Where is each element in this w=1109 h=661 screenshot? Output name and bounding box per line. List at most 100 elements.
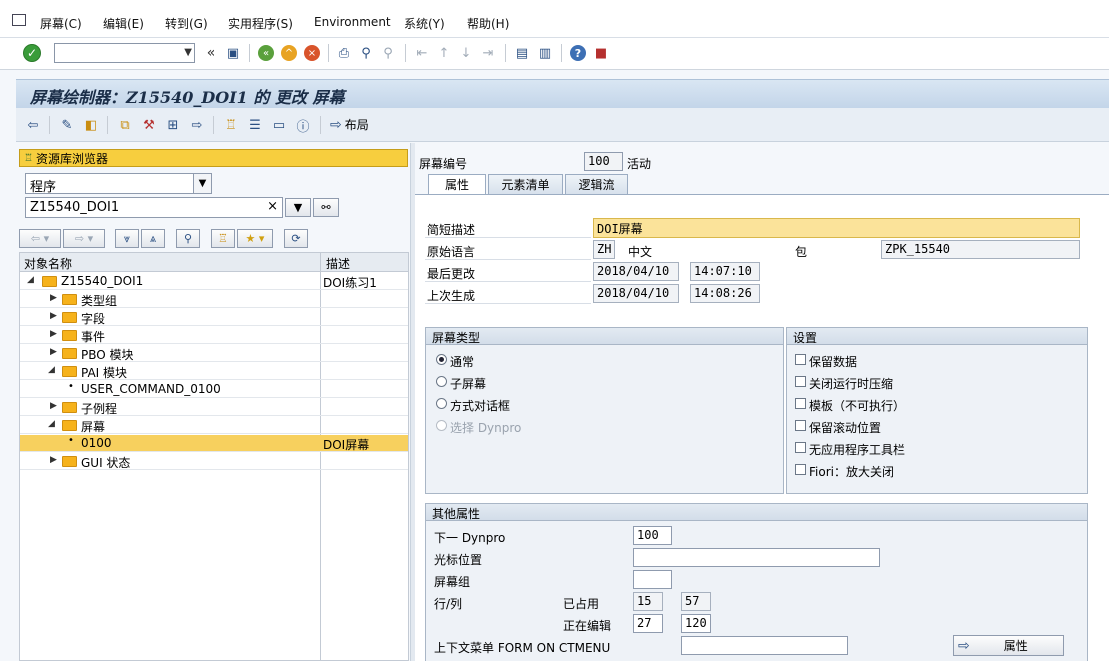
original-language-code: ZH (593, 240, 615, 259)
screen-type-modal-radio[interactable] (436, 398, 447, 409)
tab-element-list[interactable]: 元素清单 (488, 174, 563, 194)
customize-layout-icon[interactable]: ■ (592, 44, 610, 62)
caret-right-icon[interactable]: ▶ (50, 293, 57, 303)
screen-type-subscreen-radio[interactable] (436, 376, 447, 387)
tree-node-events[interactable]: ▶ 事件 (20, 327, 408, 344)
caret-right-icon[interactable]: ▶ (50, 311, 57, 321)
system-menu-icon[interactable] (12, 14, 26, 26)
hierarchy-icon[interactable]: ♖ (222, 116, 240, 134)
command-field[interactable]: ▼ (54, 43, 195, 63)
back-arrow-icon[interactable]: ⇦ (24, 116, 42, 134)
status-label: 活动 (627, 157, 652, 171)
screen-type-normal-radio[interactable] (436, 354, 447, 365)
display-button[interactable]: ⚯ (313, 198, 339, 217)
tree-node-pai-modules[interactable]: ◢ PAI 模块 (20, 363, 408, 380)
new-session-icon[interactable]: ▤ (513, 44, 531, 62)
expand-button[interactable]: ⩔ (115, 229, 139, 248)
where-used-icon[interactable]: ⊞ (164, 116, 182, 134)
shortcut-icon[interactable]: ▥ (536, 44, 554, 62)
object-dropdown-button[interactable]: ▼ (285, 198, 311, 217)
hold-scroll-position-checkbox[interactable] (795, 420, 806, 431)
hold-data-checkbox[interactable] (795, 354, 806, 365)
caret-right-icon[interactable]: ▶ (50, 347, 57, 357)
switch-off-compression-label: 关闭运行时压缩 (809, 377, 894, 391)
favorites-button[interactable]: ★ ▾ (237, 229, 273, 248)
menu-utilities[interactable]: 实用程序(S) (228, 15, 293, 32)
occupied-label: 已占用 (563, 597, 600, 611)
exit-icon[interactable]: ^ (281, 45, 297, 61)
navigation-icon[interactable]: ⇨ (188, 116, 206, 134)
tab-attributes[interactable]: 属性 (428, 174, 486, 194)
layout-button[interactable]: ⇨ 布局 (330, 116, 369, 133)
menu-system[interactable]: 系统(Y) (404, 15, 445, 32)
tab-flow-logic[interactable]: 逻辑流 (565, 174, 628, 194)
check-icon[interactable]: ⧉ (116, 116, 134, 134)
save-icon[interactable]: ▣ (224, 44, 242, 62)
repository-browser-bar[interactable]: ♖ 资源库浏览器 (19, 149, 408, 167)
menu-screen[interactable]: 屏幕(C) (40, 15, 82, 32)
switch-off-compression-checkbox[interactable] (795, 376, 806, 387)
screen-icon[interactable]: ▭ (270, 116, 288, 134)
caret-down-icon[interactable]: ◢ (48, 419, 55, 429)
next-dynpro-input[interactable]: 100 (633, 526, 672, 545)
no-app-toolbar-checkbox[interactable] (795, 442, 806, 453)
caret-right-icon[interactable]: ▶ (50, 455, 57, 465)
display-change-icon[interactable]: ✎ (58, 116, 76, 134)
editing-columns-input[interactable]: 120 (681, 614, 711, 633)
tree-node-user-command[interactable]: • USER_COMMAND_0100 (20, 381, 408, 398)
template-checkbox[interactable] (795, 398, 806, 409)
tree-node-description: DOI练习1 (323, 276, 377, 290)
tree-node-subroutines[interactable]: ▶ 子例程 (20, 399, 408, 416)
caret-right-icon[interactable]: ▶ (50, 329, 57, 339)
menu-edit[interactable]: 编辑(E) (103, 15, 144, 32)
tree-node-pbo-modules[interactable]: ▶ PBO 模块 (20, 345, 408, 362)
screen-number-label: 屏幕编号 (419, 157, 468, 171)
context-menu-input[interactable] (681, 636, 848, 655)
menu-goto[interactable]: 转到(G) (165, 15, 208, 32)
fiori-zoom-off-checkbox[interactable] (795, 464, 806, 475)
tree-node-type-groups[interactable]: ▶ 类型组 (20, 291, 408, 308)
screen-group-input[interactable] (633, 570, 672, 589)
column-object-name: 对象名称 (24, 257, 73, 271)
arrow-left-icon: ⇦ ▾ (30, 232, 50, 245)
print-icon[interactable]: ⎙ (335, 44, 353, 62)
test-icon[interactable]: ⚒ (140, 116, 158, 134)
last-changed-time: 14:07:10 (690, 262, 760, 281)
caret-down-icon[interactable]: ◢ (27, 275, 34, 285)
find-button[interactable]: ⚲ (176, 229, 200, 248)
attributes-button[interactable]: ⇨ 属性 (953, 635, 1064, 656)
caret-right-icon[interactable]: ▶ (50, 401, 57, 411)
short-description-input[interactable]: DOI屏幕 (593, 218, 1080, 238)
collapse-arrows-icon[interactable]: « (202, 44, 220, 62)
back-icon[interactable]: « (258, 45, 274, 61)
new-object-button[interactable]: ♖ (211, 229, 235, 248)
tree-node-screen-0100[interactable]: • 0100 DOI屏幕 (20, 435, 408, 452)
element-list-icon[interactable]: ☰ (246, 116, 264, 134)
enter-icon[interactable]: ✓ (23, 44, 41, 62)
tree-node-program[interactable]: ◢ Z15540_DOI1 DOI练习1 (20, 273, 408, 290)
activate-icon[interactable]: ◧ (82, 116, 100, 134)
cursor-position-input[interactable] (633, 548, 880, 567)
find-icon[interactable]: ⚲ (357, 44, 375, 62)
tree-node-fields[interactable]: ▶ 字段 (20, 309, 408, 326)
settings-header: 设置 (787, 328, 1087, 345)
refresh-button[interactable]: ⟳ (284, 229, 308, 248)
editing-rows-input[interactable]: 27 (633, 614, 663, 633)
menu-environment[interactable]: Environment (314, 15, 391, 29)
help-icon[interactable]: ? (570, 45, 586, 61)
caret-down-icon[interactable]: ◢ (48, 365, 55, 375)
object-name-input[interactable]: Z15540_DOI1 × (25, 197, 283, 218)
screen-type-normal-label: 通常 (450, 355, 475, 369)
collapse-button[interactable]: ⩓ (141, 229, 165, 248)
object-type-select[interactable]: 程序 ▼ (25, 173, 212, 194)
chevron-down-icon[interactable]: ▼ (184, 47, 192, 58)
history-forward-button: ⇨ ▾ (63, 229, 105, 248)
clear-icon[interactable]: × (267, 199, 278, 214)
tree-node-gui-status[interactable]: ▶ GUI 状态 (20, 453, 408, 470)
chevron-down-icon[interactable]: ▼ (193, 174, 211, 193)
folder-icon (62, 348, 77, 359)
tree-node-screens[interactable]: ◢ 屏幕 (20, 417, 408, 434)
menu-help[interactable]: 帮助(H) (467, 15, 509, 32)
cancel-icon[interactable]: × (304, 45, 320, 61)
info-icon[interactable]: ⓘ (294, 116, 312, 135)
